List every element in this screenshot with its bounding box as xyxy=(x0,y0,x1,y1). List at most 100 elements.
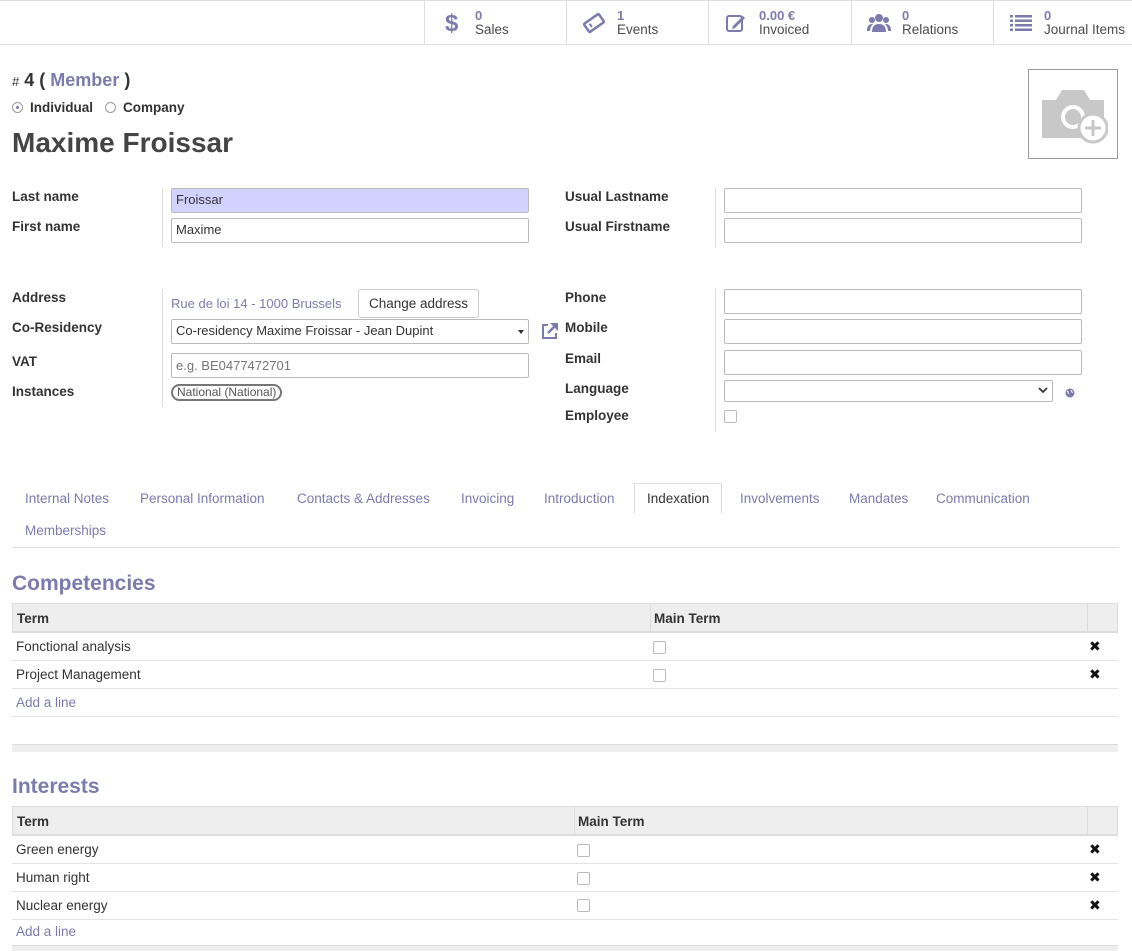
tab-memberships[interactable]: Memberships xyxy=(25,523,106,538)
radio-individual[interactable]: Individual xyxy=(12,100,93,115)
delete-row-icon[interactable]: ✖ xyxy=(1089,638,1101,655)
record-number: # 4 ( Member ) xyxy=(12,70,130,91)
usual-lastname-input[interactable] xyxy=(724,188,1082,213)
vat-label: VAT xyxy=(12,354,37,369)
tab-involvements[interactable]: Involvements xyxy=(740,491,820,506)
sales-button[interactable]: $ 0 Sales xyxy=(424,1,566,45)
member-state-link[interactable]: Member xyxy=(50,70,119,90)
usual-lastname-label: Usual Lastname xyxy=(565,189,669,204)
term-cell: Green energy xyxy=(16,842,99,857)
first-name-input[interactable]: Maxime xyxy=(171,218,529,243)
radio-company[interactable]: Company xyxy=(105,100,185,115)
open-paren: ( xyxy=(39,70,46,90)
invoiced-button[interactable]: 0.00 € Invoiced xyxy=(708,1,851,45)
tabs-baseline xyxy=(12,547,1118,548)
term-column-header[interactable]: Term xyxy=(17,611,49,626)
radio-selected-icon xyxy=(12,102,23,113)
sales-label: Sales xyxy=(475,22,509,37)
email-label: Email xyxy=(565,351,602,366)
right-divider-top xyxy=(715,188,716,247)
tab-contacts-addresses[interactable]: Contacts & Addresses xyxy=(297,491,430,506)
tab-introduction[interactable]: Introduction xyxy=(544,491,615,506)
invoiced-label: Invoiced xyxy=(759,22,810,37)
change-address-button[interactable]: Change address xyxy=(358,289,479,318)
member-number: 4 xyxy=(24,70,35,90)
delete-row-icon[interactable]: ✖ xyxy=(1089,666,1101,683)
external-link-icon[interactable] xyxy=(540,321,560,344)
last-name-input[interactable]: Froissar xyxy=(171,188,529,213)
avatar-upload[interactable] xyxy=(1028,69,1118,159)
add-line-link[interactable]: Add a line xyxy=(16,695,76,710)
term-cell: Project Management xyxy=(16,667,141,682)
mobile-input[interactable] xyxy=(724,319,1082,344)
main-term-checkbox[interactable] xyxy=(653,669,666,682)
term-cell: Nuclear energy xyxy=(16,898,108,913)
events-label: Events xyxy=(617,22,659,37)
term-column-header[interactable]: Term xyxy=(17,814,49,829)
radio-individual-label: Individual xyxy=(30,100,94,115)
add-line-row: Add a line xyxy=(12,920,1118,948)
main-term-checkbox[interactable] xyxy=(577,844,590,857)
tab-internal-notes[interactable]: Internal Notes xyxy=(25,491,109,506)
address-link[interactable]: Rue de loi 14 - 1000 Brussels xyxy=(171,296,342,311)
tab-personal-information[interactable]: Personal Information xyxy=(140,491,265,506)
journal-items-count: 0 xyxy=(1044,8,1052,23)
instance-tag[interactable]: National (National) xyxy=(171,384,283,401)
main-term-checkbox[interactable] xyxy=(577,899,590,912)
events-count: 1 xyxy=(617,8,625,23)
hash-sign: # xyxy=(12,74,20,89)
email-input[interactable] xyxy=(724,350,1082,375)
relations-button[interactable]: 0 Relations xyxy=(851,1,993,45)
tab-communication[interactable]: Communication xyxy=(936,491,1030,506)
camera-add-icon xyxy=(1038,82,1109,147)
relations-count: 0 xyxy=(902,8,910,23)
delete-row-icon[interactable]: ✖ xyxy=(1089,897,1101,914)
journal-items-button[interactable]: 0 Journal Items xyxy=(993,1,1132,45)
tab-indexation[interactable]: Indexation xyxy=(634,483,723,514)
usual-firstname-input[interactable] xyxy=(724,218,1082,243)
main-term-column-header[interactable]: Main Term xyxy=(654,611,721,626)
table-row[interactable]: Green energy ✖ xyxy=(12,836,1118,864)
events-button[interactable]: 1 Events xyxy=(566,1,708,45)
smart-button-bar: $ 0 Sales 1 Events 0.00 € Invoiced 0 Relatio… xyxy=(0,0,1132,45)
language-select[interactable] xyxy=(724,380,1053,402)
interests-table-header: Term Main Term xyxy=(12,806,1118,836)
column-divider xyxy=(1087,604,1088,632)
left-divider-bottom xyxy=(162,289,163,407)
main-term-column-header[interactable]: Main Term xyxy=(578,814,645,829)
main-term-checkbox[interactable] xyxy=(577,872,590,885)
table-row[interactable]: Nuclear energy ✖ xyxy=(12,892,1118,920)
caret-down-icon xyxy=(518,330,524,334)
main-term-checkbox[interactable] xyxy=(653,641,666,654)
vat-input[interactable] xyxy=(171,353,529,378)
chevron-down-icon xyxy=(1038,384,1048,399)
term-cell: Fonctional analysis xyxy=(16,639,131,654)
table-row[interactable]: Project Management ✖ xyxy=(12,661,1118,689)
tab-mandates[interactable]: Mandates xyxy=(849,491,908,506)
employee-checkbox[interactable] xyxy=(724,410,737,423)
invoiced-amount: 0.00 € xyxy=(759,8,796,23)
usual-firstname-label: Usual Firstname xyxy=(565,219,671,234)
section-separator xyxy=(12,744,1118,752)
close-paren: ) xyxy=(124,70,131,90)
tab-invoicing[interactable]: Invoicing xyxy=(461,491,514,506)
table-row[interactable]: Human right ✖ xyxy=(12,864,1118,892)
coresidency-value: Co-residency Maxime Froissar - Jean Dupi… xyxy=(176,323,434,338)
column-divider xyxy=(650,604,651,632)
journal-items-label: Journal Items xyxy=(1044,22,1126,37)
term-cell: Human right xyxy=(16,870,90,885)
phone-label: Phone xyxy=(565,290,607,305)
coresidency-select[interactable]: Co-residency Maxime Froissar - Jean Dupi… xyxy=(171,319,529,344)
svg-text:$: $ xyxy=(445,11,459,35)
phone-input[interactable] xyxy=(724,289,1082,314)
table-row[interactable]: Fonctional analysis ✖ xyxy=(12,633,1118,661)
relations-label: Relations xyxy=(902,22,959,37)
column-divider xyxy=(574,807,575,835)
competencies-title: Competencies xyxy=(12,572,156,595)
delete-row-icon[interactable]: ✖ xyxy=(1089,841,1101,858)
globe-icon[interactable] xyxy=(1065,386,1075,401)
left-divider-top xyxy=(162,188,163,247)
add-line-link[interactable]: Add a line xyxy=(16,924,76,939)
delete-row-icon[interactable]: ✖ xyxy=(1089,869,1101,886)
dollar-icon: $ xyxy=(439,10,465,36)
